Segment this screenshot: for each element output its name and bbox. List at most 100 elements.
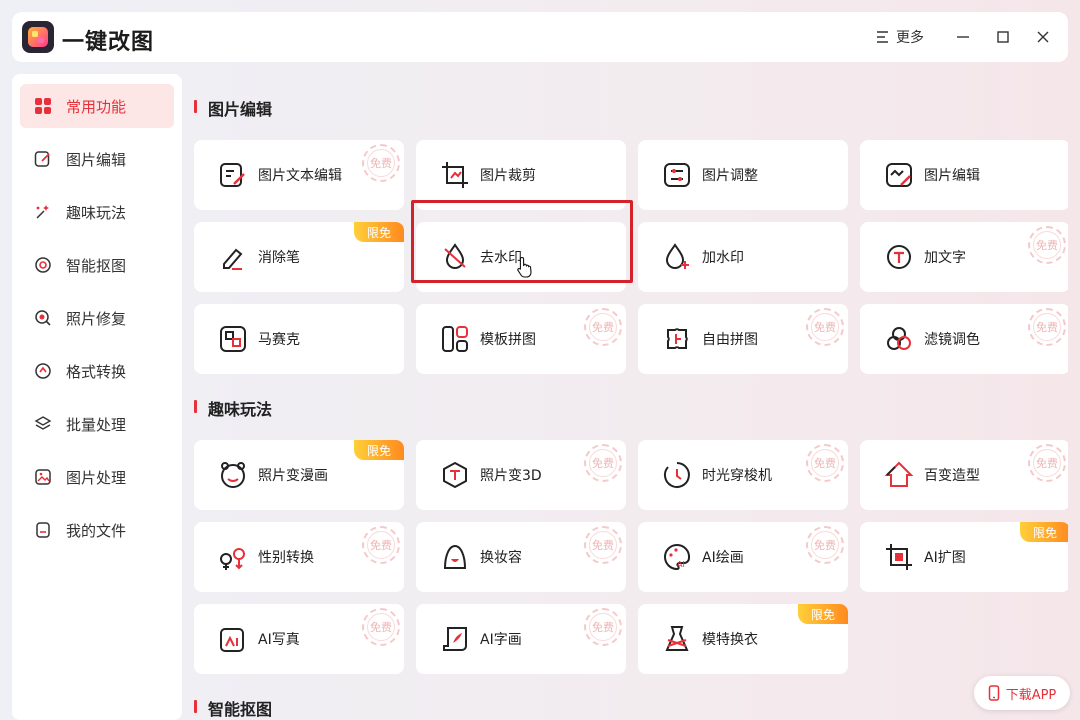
card-label: 照片变漫画 (258, 468, 328, 484)
gender-icon (218, 542, 248, 572)
dress-icon (662, 624, 692, 654)
sidebar-item-label: 趣味玩法 (66, 203, 127, 222)
card-add-text[interactable]: 加文字 免费 (860, 222, 1068, 292)
app-window: 一键改图 更多 常用功能 图片编辑 趣味玩法 智能抠图 照片修复 格式转换 批量… (12, 12, 1068, 720)
free-badge: 免费 (362, 608, 400, 646)
sparkle-icon (34, 203, 52, 221)
crop-icon (440, 160, 470, 190)
sidebar-item-repair[interactable]: 照片修复 (20, 296, 174, 340)
section-title-fun: 趣味玩法 (194, 396, 272, 420)
sidebar-item-common[interactable]: 常用功能 (20, 84, 174, 128)
edit-icon (34, 150, 52, 168)
app-title: 一键改图 (62, 30, 155, 55)
adjust-icon (662, 160, 692, 190)
sidebar-item-my-files[interactable]: 我的文件 (20, 508, 174, 552)
sidebar-item-image-edit[interactable]: 图片编辑 (20, 137, 174, 181)
styling-icon (884, 460, 914, 490)
minimize-button[interactable] (950, 24, 976, 50)
card-image-text-edit[interactable]: 图片文本编辑 免费 (194, 140, 404, 210)
makeup-icon (440, 542, 470, 572)
card-add-watermark[interactable]: 加水印 (638, 222, 848, 292)
layers-icon (34, 415, 52, 433)
card-label: 消除笔 (258, 250, 300, 266)
limited-free-badge: 限免 (354, 440, 404, 460)
clock-icon (662, 460, 692, 490)
card-label: 时光穿梭机 (702, 468, 772, 484)
sidebar-item-convert[interactable]: 格式转换 (20, 349, 174, 393)
card-photo-3d[interactable]: 照片变3D 免费 (416, 440, 626, 510)
free-badge: 免费 (584, 608, 622, 646)
card-label: 图片裁剪 (480, 168, 536, 184)
maximize-button[interactable] (990, 24, 1016, 50)
sidebar-item-label: 智能抠图 (66, 256, 127, 275)
sidebar: 常用功能 图片编辑 趣味玩法 智能抠图 照片修复 格式转换 批量处理 图片处理 … (12, 74, 182, 720)
card-ai-paint[interactable]: AI AI绘画 免费 (638, 522, 848, 592)
card-ai-calligraphy[interactable]: AI字画 免费 (416, 604, 626, 674)
card-label: 自由拼图 (702, 332, 758, 348)
section-title-cutout: 智能抠图 (194, 696, 272, 720)
free-badge: 免费 (806, 444, 844, 482)
ai-calligraphy-icon (440, 624, 470, 654)
svg-text:AI: AI (677, 560, 685, 569)
card-styling[interactable]: 百变造型 免费 (860, 440, 1068, 510)
sidebar-item-label: 格式转换 (66, 362, 127, 381)
card-adjust[interactable]: 图片调整 (638, 140, 848, 210)
free-badge: 免费 (584, 526, 622, 564)
card-mosaic[interactable]: 马赛克 (194, 304, 404, 374)
sidebar-item-label: 批量处理 (66, 415, 127, 434)
sidebar-item-label: 图片处理 (66, 468, 127, 487)
free-badge: 免费 (584, 444, 622, 482)
more-menu-button[interactable]: 更多 (876, 26, 924, 48)
sidebar-item-cutout[interactable]: 智能抠图 (20, 243, 174, 287)
repair-icon (34, 309, 52, 327)
card-label: 图片编辑 (924, 168, 980, 184)
card-free-collage[interactable]: 自由拼图 免费 (638, 304, 848, 374)
ai-portrait-icon (218, 624, 248, 654)
card-filter[interactable]: 滤镜调色 免费 (860, 304, 1068, 374)
card-time-machine[interactable]: 时光穿梭机 免费 (638, 440, 848, 510)
free-badge: 免费 (362, 526, 400, 564)
puzzle-icon (662, 324, 692, 354)
ai-expand-icon (884, 542, 914, 572)
sidebar-item-batch[interactable]: 批量处理 (20, 402, 174, 446)
download-app-button[interactable]: 下载APP (974, 676, 1070, 710)
card-label: 滤镜调色 (924, 332, 980, 348)
card-label: 图片调整 (702, 168, 758, 184)
sidebar-item-label: 照片修复 (66, 309, 127, 328)
free-badge: 免费 (1028, 226, 1066, 264)
card-label: 加水印 (702, 250, 744, 266)
free-badge: 免费 (584, 308, 622, 346)
card-ai-expand[interactable]: AI扩图 限免 (860, 522, 1068, 592)
card-ai-portrait[interactable]: AI写真 免费 (194, 604, 404, 674)
cartoon-icon (218, 460, 248, 490)
remove-watermark-icon (440, 242, 470, 272)
card-label: AI扩图 (924, 550, 966, 566)
card-model-dress[interactable]: 模特换衣 限免 (638, 604, 848, 674)
filter-icon (884, 324, 914, 354)
sidebar-item-fun[interactable]: 趣味玩法 (20, 190, 174, 234)
close-button[interactable] (1030, 24, 1056, 50)
hand-cursor-icon (517, 256, 532, 278)
file-icon (34, 521, 52, 539)
sidebar-item-label: 图片编辑 (66, 150, 127, 169)
phone-icon (988, 685, 999, 701)
card-template-collage[interactable]: 模板拼图 免费 (416, 304, 626, 374)
card-makeup[interactable]: 换妆容 免费 (416, 522, 626, 592)
convert-icon (34, 362, 52, 380)
card-label: AI绘画 (702, 550, 744, 566)
limited-free-badge: 限免 (798, 604, 848, 624)
limited-free-badge: 限免 (354, 222, 404, 242)
title-bar: 一键改图 更多 (12, 12, 1068, 62)
card-eraser-pen[interactable]: 消除笔 限免 (194, 222, 404, 292)
section-title-image-edit: 图片编辑 (194, 96, 272, 120)
card-gender-swap[interactable]: 性别转换 免费 (194, 522, 404, 592)
card-crop[interactable]: 图片裁剪 (416, 140, 626, 210)
card-image-edit[interactable]: 图片编辑 (860, 140, 1068, 210)
download-app-label: 下载APP (1005, 687, 1057, 703)
card-cartoon[interactable]: 照片变漫画 限免 (194, 440, 404, 510)
mosaic-icon (218, 324, 248, 354)
sidebar-item-image-process[interactable]: 图片处理 (20, 455, 174, 499)
sidebar-item-label: 常用功能 (66, 97, 127, 116)
add-watermark-icon (662, 242, 692, 272)
free-badge: 免费 (362, 144, 400, 182)
